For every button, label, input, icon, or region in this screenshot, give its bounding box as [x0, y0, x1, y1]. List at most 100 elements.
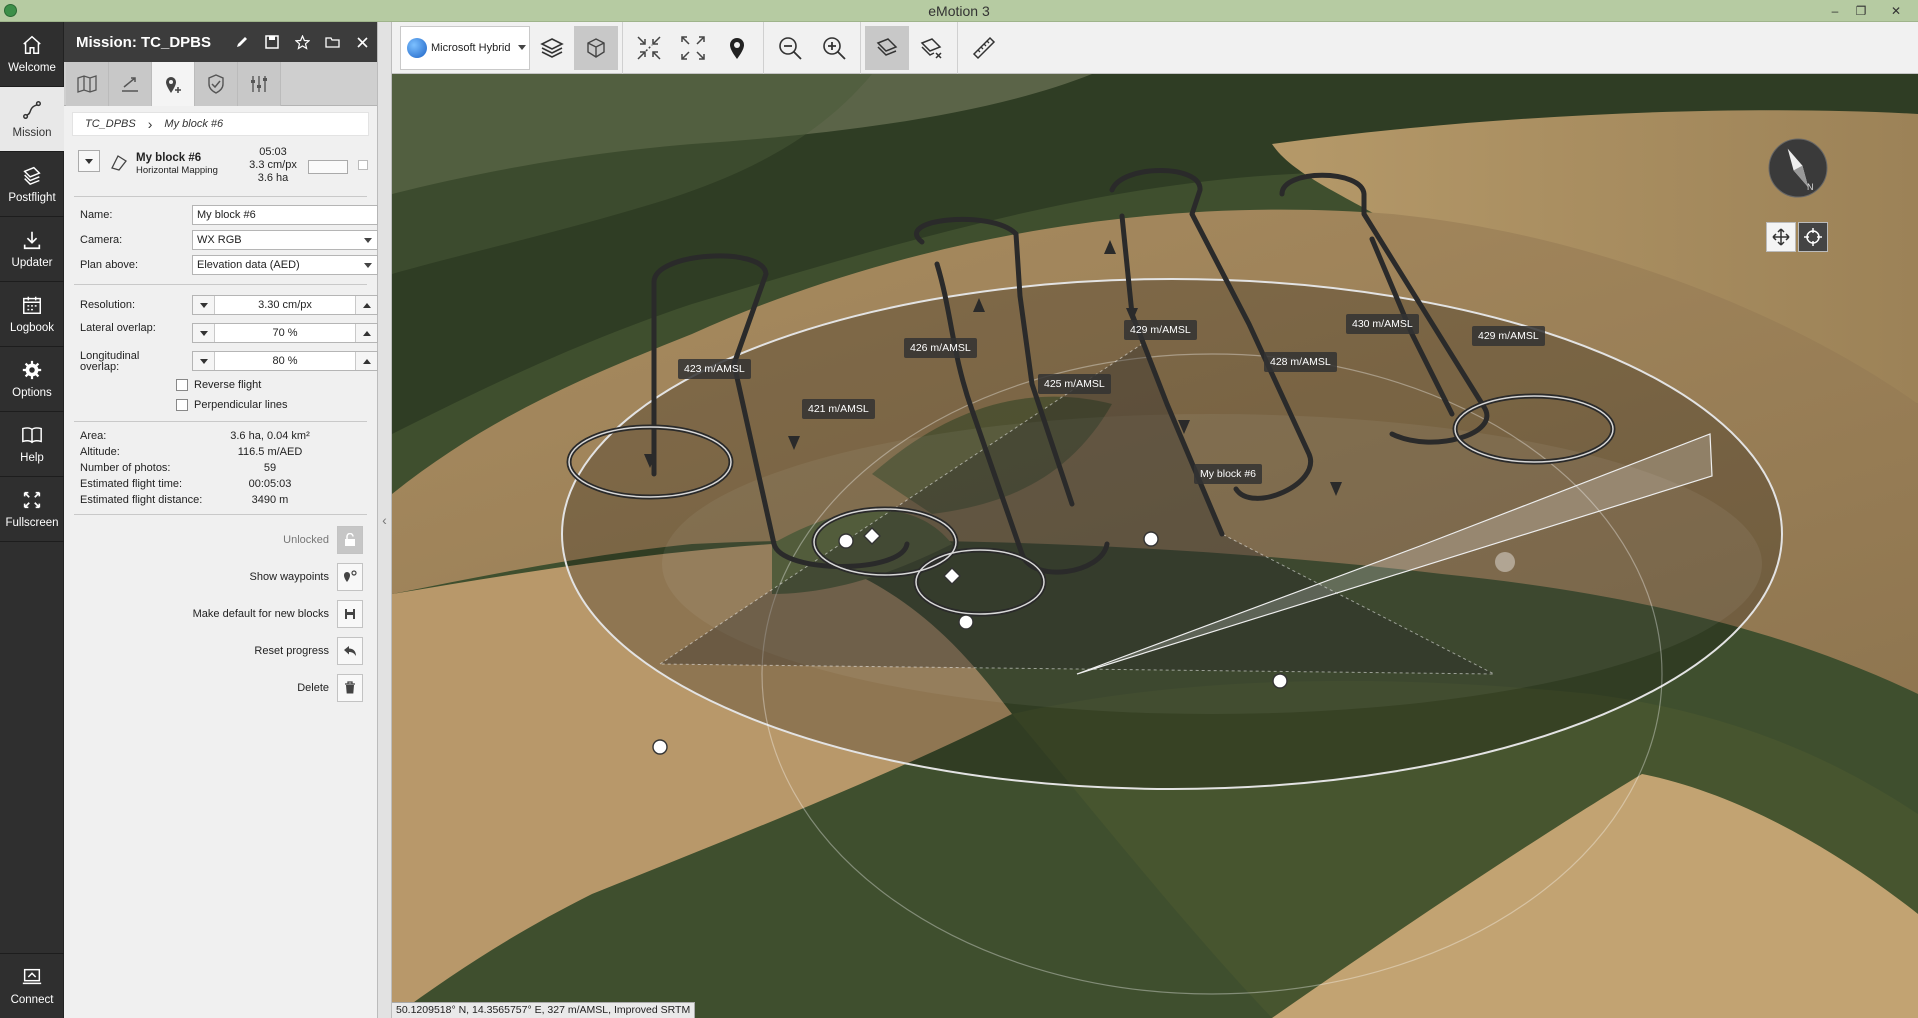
tab-safety[interactable]	[195, 62, 238, 106]
zoom-to-drone-button[interactable]	[627, 26, 671, 70]
block-area: 3.6 ha	[257, 172, 289, 184]
nav-connect[interactable]: Connect	[0, 953, 64, 1018]
resolution-stepper[interactable]: 3.30 cm/px	[192, 295, 378, 315]
altitude-info: Altitude: 116.5 m/AED	[80, 444, 377, 460]
folder-icon[interactable]	[317, 22, 347, 62]
reverse-flight-option[interactable]: Reverse flight	[176, 375, 377, 395]
delete-button[interactable]	[337, 673, 363, 702]
longitudinal-overlap-value[interactable]: 80 %	[215, 355, 355, 367]
undo-icon	[344, 645, 356, 656]
resolution-decrease-button[interactable]	[193, 296, 215, 314]
rotate-mode-button[interactable]	[1798, 222, 1828, 252]
globe-icon	[407, 37, 427, 58]
photo-footprints-button[interactable]	[865, 25, 909, 70]
close-window-icon[interactable]: ✕	[1874, 0, 1918, 22]
panel-collapse-handle[interactable]: ‹	[378, 22, 392, 1018]
show-waypoints-button[interactable]	[337, 562, 363, 591]
map-source-select[interactable]: Microsoft Hybrid	[400, 25, 530, 70]
altitude-label-423: 423 m/AMSL	[678, 359, 751, 379]
nav-mission[interactable]: Mission	[0, 87, 64, 152]
zoom-out-icon	[779, 36, 802, 60]
star-icon[interactable]	[287, 22, 317, 62]
lateral-overlap-value[interactable]: 70 %	[215, 327, 355, 339]
block-color-swatch[interactable]	[308, 160, 348, 174]
zoom-to-mission-button[interactable]	[671, 26, 715, 70]
mission-header: Mission: TC_DPBS	[64, 22, 377, 62]
compass-icon[interactable]: N	[1768, 138, 1828, 198]
delete-label: Delete	[297, 681, 329, 694]
lateral-increase-button[interactable]	[355, 324, 377, 342]
altitude-label-426: 426 m/AMSL	[904, 338, 977, 358]
divider	[74, 284, 367, 285]
perpendicular-lines-option[interactable]: Perpendicular lines	[176, 395, 377, 415]
chevron-left-icon: ‹	[382, 512, 387, 528]
svg-text:N: N	[1807, 182, 1814, 192]
measure-button[interactable]	[962, 26, 1006, 70]
3d-view-button[interactable]	[574, 25, 618, 70]
coverage-button[interactable]	[909, 26, 953, 70]
shield-check-icon	[208, 74, 224, 94]
resolution-increase-button[interactable]	[355, 296, 377, 314]
resolution-value[interactable]: 3.30 cm/px	[215, 299, 355, 311]
nav-updater[interactable]: Updater	[0, 217, 64, 282]
reset-progress-button[interactable]	[337, 636, 363, 665]
nav-welcome[interactable]: Welcome	[0, 22, 64, 87]
block-map-label[interactable]: My block #6	[1194, 464, 1263, 484]
calendar-icon	[23, 296, 41, 314]
save-icon[interactable]	[257, 22, 287, 62]
divider	[74, 421, 367, 422]
pan-mode-button[interactable]	[1766, 222, 1796, 252]
longitudinal-decrease-button[interactable]	[193, 352, 215, 370]
plan-above-select[interactable]: Elevation data (AED)	[192, 255, 378, 275]
block-resolution: 3.3 cm/px	[249, 159, 297, 171]
camera-select[interactable]: WX RGB	[192, 230, 378, 250]
nav-options[interactable]: Options	[0, 347, 64, 412]
minimize-icon[interactable]: –	[1822, 0, 1848, 22]
altitude-value: 116.5 m/AED	[237, 446, 303, 458]
longitudinal-overlap-stepper[interactable]: 80 %	[192, 351, 378, 371]
zoom-in-button[interactable]	[812, 26, 856, 70]
perpendicular-lines-checkbox[interactable]	[176, 399, 188, 411]
reset-progress-row: Reset progress	[64, 632, 363, 669]
nav-postflight-label: Postflight	[8, 192, 56, 204]
lock-button[interactable]	[337, 525, 363, 554]
lateral-decrease-button[interactable]	[193, 324, 215, 342]
area-label: Area:	[80, 430, 107, 442]
nav-help[interactable]: Help	[0, 412, 64, 477]
block-stats: 05:03 3.3 cm/px 3.6 ha	[238, 146, 308, 185]
triangle-down-icon	[199, 330, 208, 336]
zoom-to-location-button[interactable]	[715, 26, 759, 70]
name-input[interactable]: My block #6	[192, 205, 378, 225]
make-default-button[interactable]	[337, 599, 363, 628]
flight-time-label: Estimated flight time:	[80, 478, 183, 490]
chevron-down-icon	[518, 45, 527, 50]
tab-takeoff[interactable]	[109, 62, 152, 106]
delete-row: Delete	[64, 669, 363, 706]
breadcrumb-mission[interactable]: TC_DPBS	[85, 118, 136, 130]
name-label: Name:	[80, 209, 113, 221]
lateral-overlap-label: Lateral overlap:	[80, 322, 156, 334]
tab-map-area[interactable]	[66, 62, 109, 106]
edit-icon[interactable]	[227, 22, 257, 62]
map-view[interactable]: 423 m/AMSL 421 m/AMSL 426 m/AMSL 425 m/A…	[392, 74, 1918, 1018]
block-expand-button[interactable]	[78, 150, 100, 172]
longitudinal-overlap-label: Longitudinal overlap:	[80, 350, 140, 373]
nav-welcome-label: Welcome	[8, 62, 56, 74]
reverse-flight-checkbox[interactable]	[176, 379, 188, 391]
mission-panel: Mission: TC_DPBS TC_DPBS › My block #6 M…	[64, 22, 378, 1018]
tab-blocks[interactable]	[152, 62, 195, 106]
longitudinal-increase-button[interactable]	[355, 352, 377, 370]
zoom-out-button[interactable]	[768, 26, 812, 70]
nav-logbook[interactable]: Logbook	[0, 282, 64, 347]
nav-postflight[interactable]: Postflight	[0, 152, 64, 217]
unlock-icon	[345, 533, 355, 546]
photos-info: Number of photos: 59	[80, 460, 377, 476]
close-icon[interactable]	[347, 22, 377, 62]
restore-icon[interactable]: ❐	[1848, 0, 1874, 22]
tab-settings[interactable]	[238, 62, 281, 106]
layers-button[interactable]	[530, 26, 574, 70]
block-visibility-checkbox[interactable]	[358, 160, 368, 170]
nav-mission-label: Mission	[12, 127, 52, 139]
lateral-overlap-stepper[interactable]: 70 %	[192, 323, 378, 343]
nav-fullscreen[interactable]: Fullscreen	[0, 477, 64, 542]
